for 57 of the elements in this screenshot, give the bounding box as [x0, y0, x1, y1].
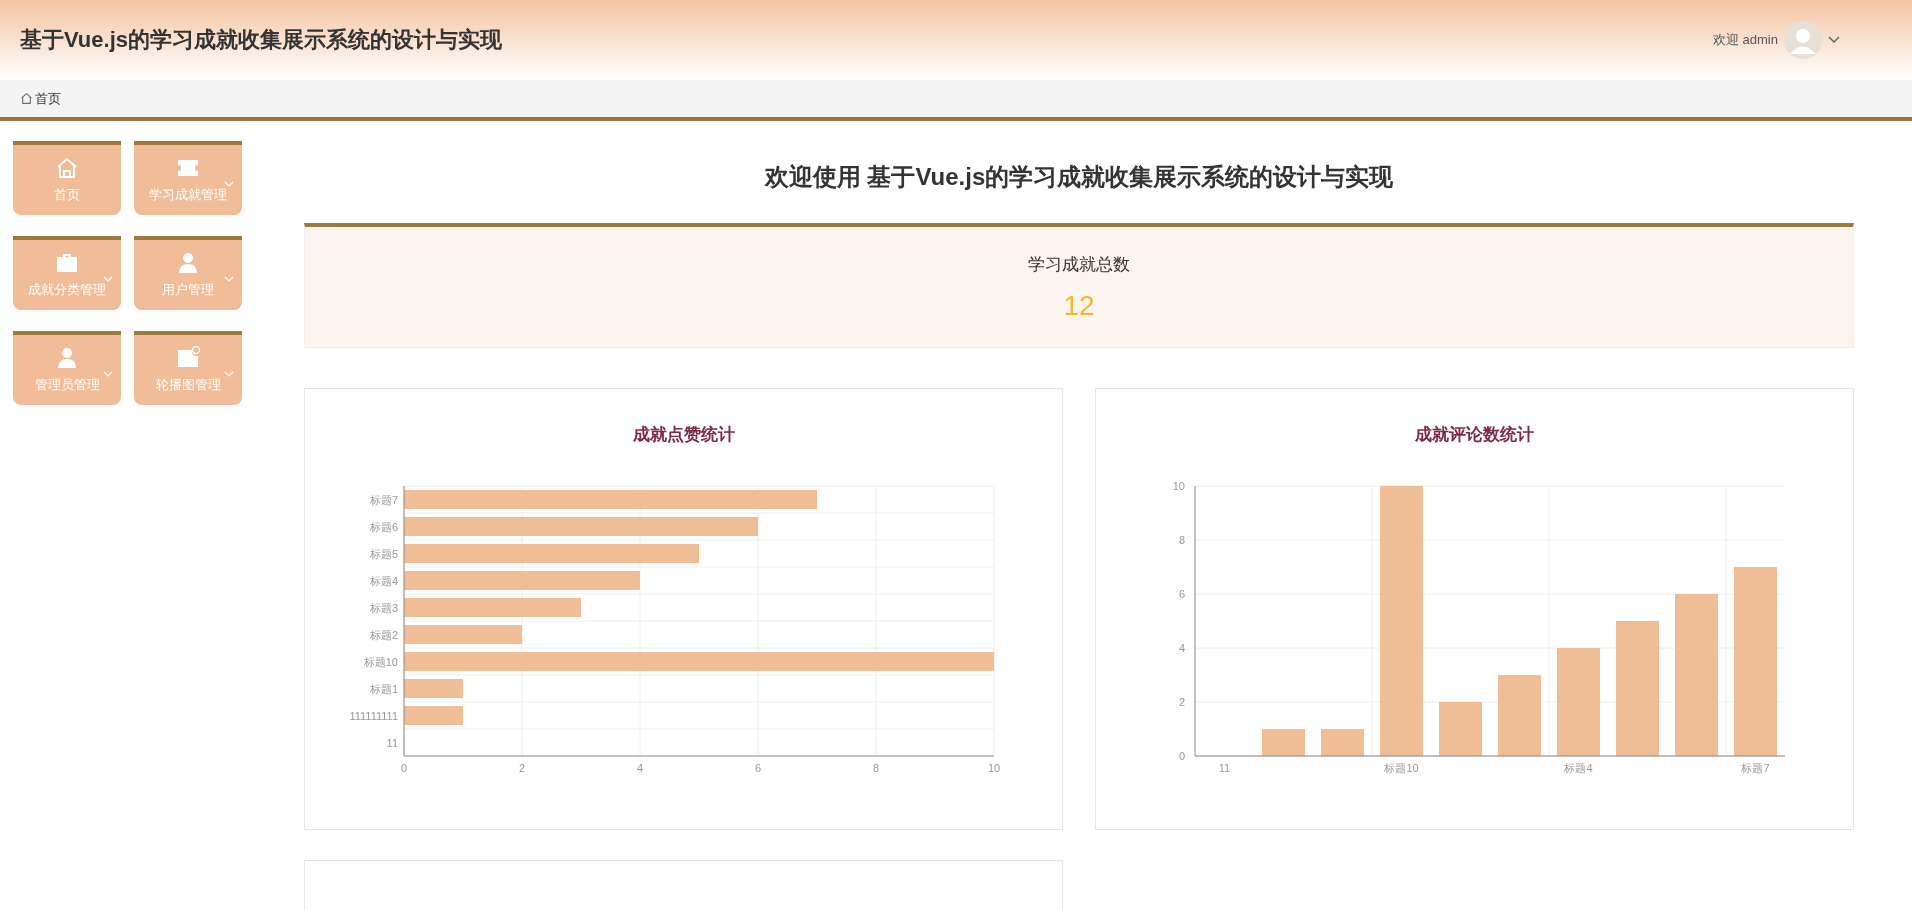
axis-label: 111111111: [348, 709, 398, 722]
axis-label: 11: [386, 736, 398, 749]
menu-tile[interactable]: 成就分类管理: [13, 236, 121, 310]
axis-label: 标题10: [1383, 762, 1419, 774]
chart-title: 成就点赞统计: [632, 424, 735, 446]
breadcrumb-link[interactable]: 首页: [35, 89, 61, 108]
axis-label: 标题5: [369, 547, 398, 560]
chevron-icon: [224, 181, 234, 188]
axis-label: 标题1: [369, 682, 398, 695]
menu-tile[interactable]: 用户管理: [134, 236, 242, 310]
axis-label: 标题7: [369, 493, 398, 506]
chart-title: 成就评论数统计: [1415, 424, 1534, 446]
axis-label: 10: [987, 762, 1000, 774]
axis-label: 6: [754, 762, 761, 774]
axis-label: 4: [636, 762, 643, 774]
axis-label: 标题7: [1740, 762, 1770, 774]
chevron-icon: [103, 371, 113, 378]
axis-label: 2: [1178, 696, 1185, 708]
axis-label: 8: [1178, 534, 1185, 546]
axis-label: 标题6: [369, 520, 398, 533]
chevron-icon: [224, 276, 234, 283]
axis-label: 0: [1178, 750, 1185, 762]
home-icon: [20, 92, 33, 105]
axis-label: 标题4: [369, 574, 398, 587]
axis-label: 标题2: [369, 628, 398, 641]
axis-label: 4: [1178, 642, 1185, 654]
axis-label: 标题3: [369, 601, 398, 614]
menu-tile[interactable]: 轮播图管理: [134, 331, 242, 405]
chart-bar: [403, 679, 463, 698]
chevron-icon: [224, 371, 234, 378]
stat-label: 学习成就总数: [1028, 253, 1130, 276]
axis-label: 8: [872, 762, 879, 774]
axis-label: 标题10: [363, 655, 398, 668]
welcome-heading: 欢迎使用 基于Vue.js的学习成就收集展示系统的设计与实现: [763, 162, 1395, 192]
briefcase-icon: [55, 251, 79, 275]
chart-bar: [1438, 702, 1482, 756]
axis-label: 标题4: [1563, 762, 1593, 774]
axis-label: 2: [518, 762, 525, 774]
axis-label: 0: [400, 762, 407, 774]
user-icon: [176, 251, 200, 275]
caret-icon[interactable]: [1828, 36, 1840, 44]
axis-label: 10: [1172, 480, 1185, 492]
menu-tile[interactable]: 首页: [13, 141, 121, 215]
chart-bar: [1261, 729, 1305, 756]
user-icon: [55, 346, 79, 370]
image-icon: [176, 346, 200, 370]
menu-tile[interactable]: 学习成就管理: [134, 141, 242, 215]
axis-label: 11: [1218, 762, 1230, 774]
chart-bar: [1320, 729, 1364, 756]
app-title: 基于Vue.js的学习成就收集展示系统的设计与实现: [20, 26, 502, 54]
chevron-icon: [103, 276, 113, 283]
axis-label: 6: [1178, 588, 1185, 600]
menu-tile[interactable]: 管理员管理: [13, 331, 121, 405]
chart-bar: [403, 706, 463, 725]
stat-value: 12: [1063, 289, 1095, 322]
welcome-text: 欢迎 admin: [1712, 31, 1778, 49]
home-icon: [55, 156, 79, 180]
